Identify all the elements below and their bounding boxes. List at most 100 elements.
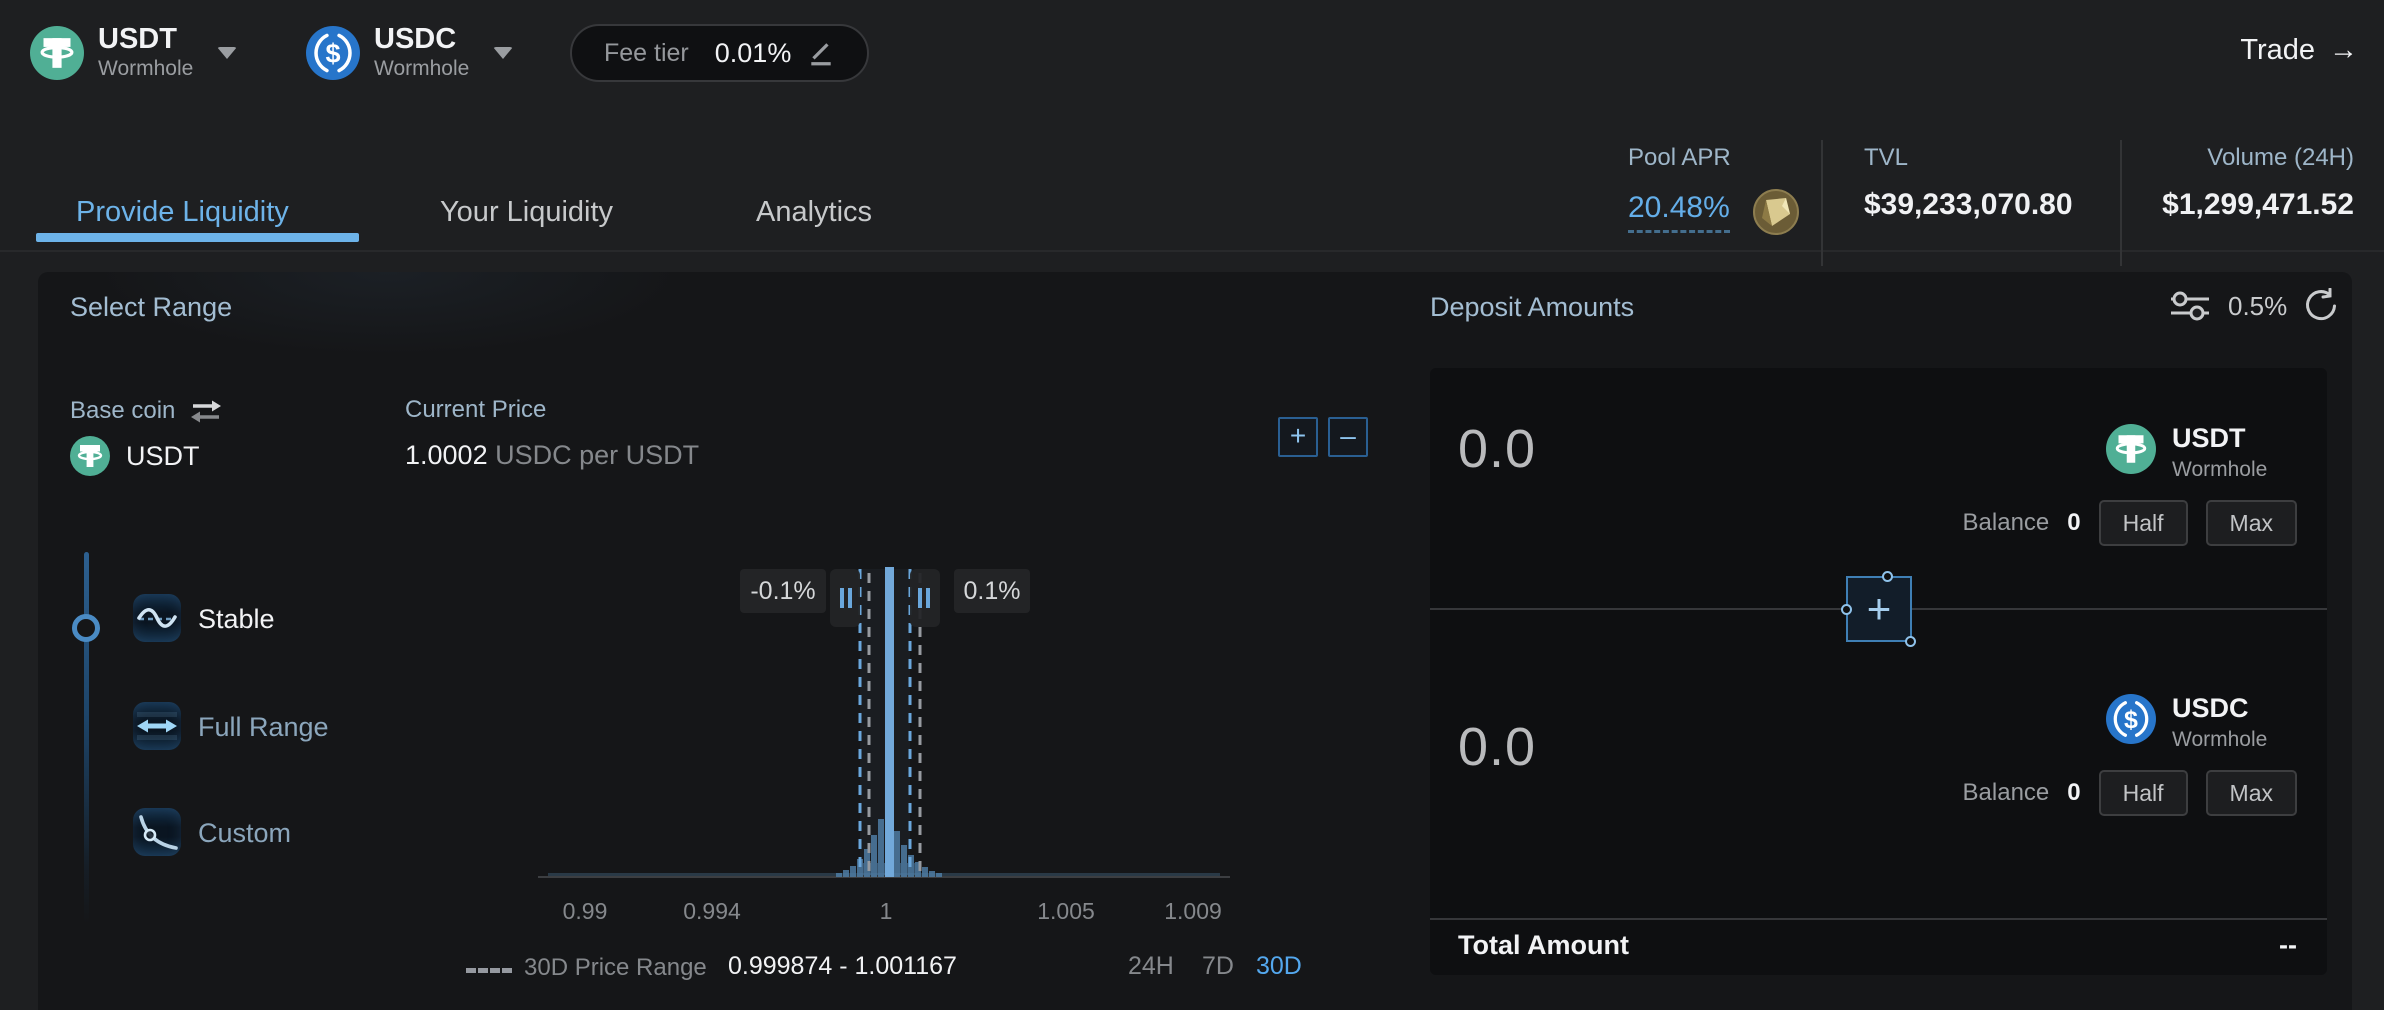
token-a-network: Wormhole xyxy=(98,57,193,81)
half-button[interactable]: Half xyxy=(2099,770,2188,816)
tab-your-liquidity[interactable]: Your Liquidity xyxy=(440,196,613,229)
stat-tvl: TVL $39,233,070.80 xyxy=(1864,144,2073,222)
options-track xyxy=(84,552,89,924)
option-custom[interactable]: Custom xyxy=(198,818,291,849)
usdt-icon xyxy=(2106,424,2156,474)
selection-handle xyxy=(1841,604,1852,615)
price-range-legend-value: 0.999874 - 1.001167 xyxy=(728,952,957,981)
gold-gem-icon xyxy=(1752,188,1800,236)
current-price-label: Current Price xyxy=(405,396,546,424)
tab-provide-liquidity[interactable]: Provide Liquidity xyxy=(76,196,289,229)
balance-label: Balance xyxy=(1963,509,2050,537)
usdc-icon: $ xyxy=(306,26,360,80)
x-axis-ticks: 0.99 0.994 1 1.005 1.009 xyxy=(563,898,1222,924)
selection-handle xyxy=(1882,571,1893,582)
base-coin-label-row: Base coin xyxy=(70,396,223,426)
usdt-icon xyxy=(30,26,84,80)
half-button[interactable]: Half xyxy=(2099,500,2188,546)
deposit-amount-input-usdc[interactable]: 0.0 xyxy=(1458,716,1536,778)
full-range-icon[interactable] xyxy=(133,702,181,750)
pool-deposit-page: USDT Wormhole $ USDC Wormhole Fee tier 0… xyxy=(0,0,2384,1010)
option-full-range[interactable]: Full Range xyxy=(198,712,329,743)
tabs-bottom-border xyxy=(0,250,2384,252)
svg-text:$: $ xyxy=(325,38,340,68)
select-range-title: Select Range xyxy=(70,292,232,323)
pool-apr-value[interactable]: 20.48% xyxy=(1628,191,1730,233)
chevron-down-icon xyxy=(217,47,237,59)
custom-range-icon[interactable] xyxy=(133,808,181,856)
token-a-symbol: USDT xyxy=(98,24,193,54)
option-stable-radio[interactable] xyxy=(72,614,100,642)
tvl-value: $39,233,070.80 xyxy=(1864,188,2073,222)
deposit-token-usdc: $ USDC Wormhole xyxy=(2106,694,2267,752)
arrow-right-icon: → xyxy=(2329,34,2358,67)
base-coin-row: USDT xyxy=(70,436,200,476)
base-coin-symbol: USDT xyxy=(126,441,200,472)
current-price-bar xyxy=(885,567,894,877)
deposit-amounts-title: Deposit Amounts xyxy=(1430,292,1634,323)
link-deposits-plus-button[interactable]: + xyxy=(1846,576,1912,642)
period-30d[interactable]: 30D xyxy=(1256,952,1302,981)
period-7d[interactable]: 7D xyxy=(1202,952,1234,981)
zoom-in-button[interactable]: + xyxy=(1278,417,1318,457)
deposit-amount-input-usdt[interactable]: 0.0 xyxy=(1458,418,1536,480)
base-coin-label: Base coin xyxy=(70,397,175,425)
deposit-network: Wormhole xyxy=(2172,728,2267,752)
price-range-legend-label: 30D Price Range xyxy=(524,954,707,982)
chevron-down-icon xyxy=(493,47,513,59)
selection-handle xyxy=(1905,636,1916,647)
balance-value: 0 xyxy=(2067,779,2080,807)
stable-range-icon[interactable] xyxy=(133,594,181,642)
total-amount-label: Total Amount xyxy=(1458,930,1629,961)
svg-text:$: $ xyxy=(2124,706,2138,734)
deposit-token-usdt: USDT Wormhole xyxy=(2106,424,2267,482)
tab-analytics[interactable]: Analytics xyxy=(756,196,872,229)
tvl-label: TVL xyxy=(1864,144,2073,172)
token-b-symbol: USDC xyxy=(374,24,469,54)
range-max-label: 0.1% xyxy=(964,577,1021,605)
token-b-selector[interactable]: $ USDC Wormhole xyxy=(306,24,513,81)
stat-volume: Volume (24H) $1,299,471.52 xyxy=(2120,144,2354,222)
active-tab-underline xyxy=(36,233,359,242)
deposit-symbol: USDT xyxy=(2172,424,2267,454)
total-amount-value: -- xyxy=(1700,930,2297,961)
slippage-value[interactable]: 0.5% xyxy=(2228,291,2287,322)
refresh-icon[interactable] xyxy=(2303,288,2339,324)
token-a-selector[interactable]: USDT Wormhole xyxy=(30,24,237,81)
range-handle-min[interactable] xyxy=(830,569,860,627)
max-button[interactable]: Max xyxy=(2206,500,2297,546)
swap-arrows-icon[interactable] xyxy=(189,396,223,426)
range-min-chip: -0.1% xyxy=(740,569,826,613)
zoom-out-button[interactable]: – xyxy=(1328,417,1368,457)
deposit-network: Wormhole xyxy=(2172,458,2267,482)
svg-text:1.009: 1.009 xyxy=(1164,898,1222,924)
trade-label: Trade xyxy=(2240,34,2315,67)
range-max-chip: 0.1% xyxy=(954,569,1030,613)
token-b-network: Wormhole xyxy=(374,57,469,81)
balance-label: Balance xyxy=(1963,779,2050,807)
balance-value: 0 xyxy=(2067,509,2080,537)
range-handle-max[interactable] xyxy=(910,569,940,627)
usdt-icon xyxy=(70,436,110,476)
max-button[interactable]: Max xyxy=(2206,770,2297,816)
balance-row-usdc: Balance 0 Half Max xyxy=(1700,770,2297,816)
svg-text:0.99: 0.99 xyxy=(563,898,608,924)
current-price-line: 1.0002 USDC per USDT xyxy=(405,440,699,471)
liquidity-range-chart: -0.1% 0.1% 0.99 0.994 1 1.005 1.009 xyxy=(530,553,1240,933)
slippage-controls: 0.5% xyxy=(2168,288,2339,324)
svg-text:1: 1 xyxy=(880,898,893,924)
total-divider xyxy=(1430,918,2327,920)
dashed-line-icon xyxy=(466,968,512,973)
period-24h[interactable]: 24H xyxy=(1128,952,1174,981)
stats-divider xyxy=(1821,140,1823,266)
range-min-label: -0.1% xyxy=(750,577,815,605)
trade-link[interactable]: Trade → xyxy=(2240,34,2358,67)
sliders-icon[interactable] xyxy=(2168,288,2212,324)
current-price-value: 1.0002 xyxy=(405,440,488,470)
svg-text:1.005: 1.005 xyxy=(1037,898,1095,924)
fee-tier-pill[interactable]: Fee tier 0.01% xyxy=(570,24,869,82)
option-stable[interactable]: Stable xyxy=(198,604,275,635)
pencil-icon xyxy=(807,39,835,67)
pool-apr-label: Pool APR xyxy=(1628,144,1800,172)
current-price-unit: USDC per USDT xyxy=(495,440,699,470)
